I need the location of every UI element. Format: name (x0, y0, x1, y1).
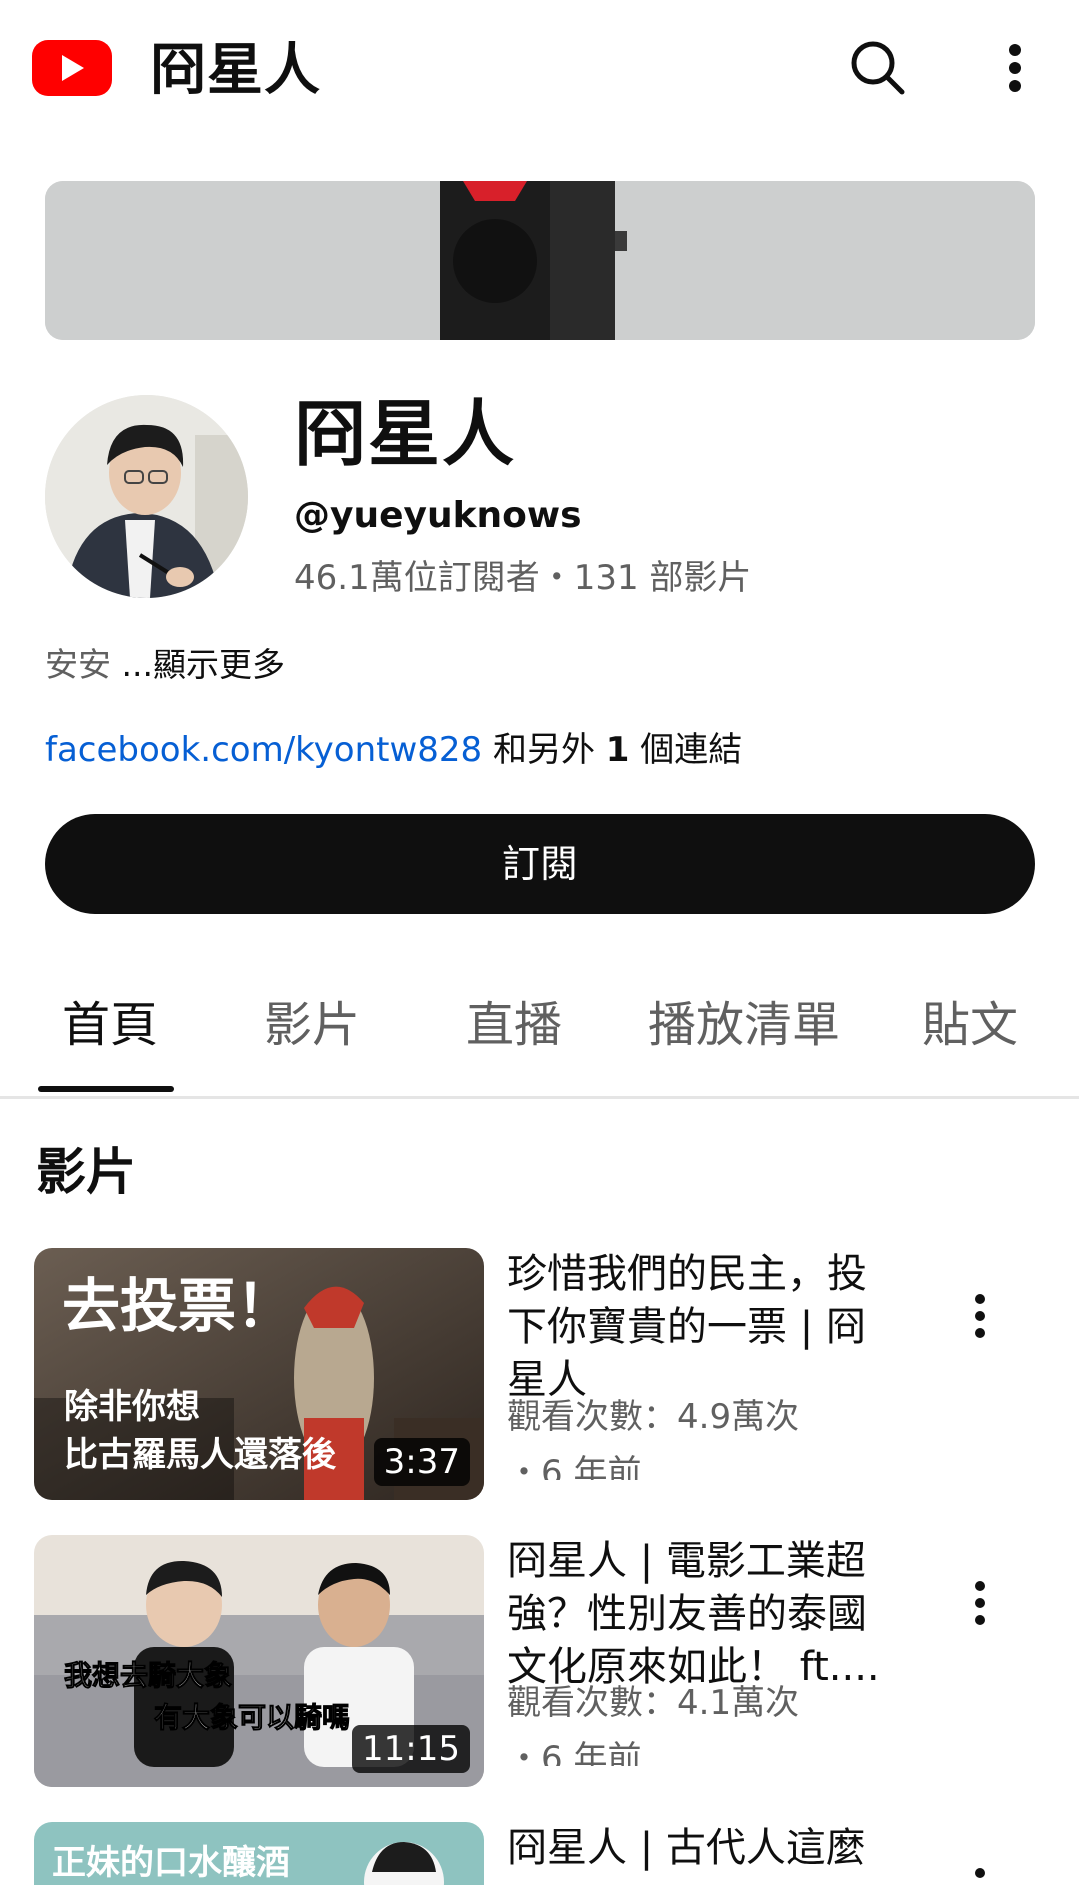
links-suffix-pre: 和另外 (482, 730, 606, 770)
video-views: 觀看次數：4.9萬次 (507, 1397, 800, 1437)
tab-live[interactable]: 直播 (466, 990, 562, 1090)
section-title-videos: 影片 (36, 1143, 136, 1201)
video-thumbnail[interactable]: 正妹的口水釀酒 (34, 1822, 484, 1885)
description-text: 安安 (45, 645, 111, 684)
video-title[interactable]: 冏星人 | 古代人這麼 (507, 1822, 887, 1885)
channel-handle: @yueyuknows (294, 495, 582, 536)
video-age: ・6 年前 (507, 1453, 642, 1480)
video-title[interactable]: 冏星人 | 電影工業超強？性別友善的泰國文化原來如此！ ft.... (507, 1535, 887, 1694)
subscribe-button[interactable]: 訂閱 (45, 814, 1035, 914)
channel-avatar[interactable] (45, 395, 248, 598)
video-views: 觀看次數：4.1萬次 (507, 1683, 800, 1723)
tab-home[interactable]: 首頁 (62, 990, 158, 1090)
video-thumbnail[interactable]: 我想去騎大象 有大象可以騎嗎 11:15 (34, 1535, 484, 1787)
thumb-caption-2: 除非你想 (64, 1387, 200, 1427)
app-bar-title: 冏星人 (150, 38, 321, 103)
tab-posts[interactable]: 貼文 (922, 990, 1018, 1090)
thumb-caption-1: 正妹的口水釀酒 (52, 1843, 290, 1883)
thumb-caption-2: 有大象可以騎嗎 (154, 1701, 350, 1734)
links-suffix-post: 個連結 (629, 730, 743, 770)
thumb-caption-3: 比古羅馬人還落後 (64, 1435, 337, 1475)
links-count: 1 (605, 730, 630, 770)
channel-description[interactable]: 安安 ...顯示更多 (45, 643, 285, 687)
thumb-caption-1: 我想去騎大象 (64, 1659, 232, 1692)
channel-links[interactable]: facebook.com/kyontw828 和另外 1 個連結 (45, 728, 742, 772)
show-more-link[interactable]: ...顯示更多 (122, 645, 285, 684)
video-more-icon[interactable] (960, 1860, 1000, 1885)
search-icon[interactable] (846, 36, 910, 100)
top-app-bar: 冏星人 (0, 0, 1079, 140)
youtube-logo-icon[interactable] (32, 40, 112, 96)
facebook-link[interactable]: facebook.com/kyontw828 (45, 730, 482, 770)
video-duration: 11:15 (352, 1725, 470, 1773)
video-age: ・6 年前 (507, 1739, 642, 1766)
channel-name: 冏星人 (294, 392, 517, 476)
video-more-icon[interactable] (960, 1573, 1000, 1633)
video-duration: 3:37 (373, 1438, 470, 1486)
video-title[interactable]: 珍惜我們的民主，投下你寶貴的一票 | 冏星人 (507, 1248, 887, 1407)
tab-playlists[interactable]: 播放清單 (648, 990, 840, 1090)
video-more-icon[interactable] (960, 1286, 1000, 1346)
video-thumbnail[interactable]: 去投票！ 除非你想 比古羅馬人還落後 3:37 (34, 1248, 484, 1500)
more-vert-icon[interactable] (990, 36, 1040, 100)
tab-videos[interactable]: 影片 (264, 990, 360, 1090)
channel-banner (45, 181, 1035, 340)
channel-tabs: 首頁 影片 直播 播放清單 貼文 (0, 990, 1079, 1099)
channel-stats: 46.1萬位訂閱者・131 部影片 (294, 558, 752, 598)
active-tab-indicator (38, 1086, 174, 1092)
thumb-caption-1: 去投票！ (62, 1272, 294, 1340)
